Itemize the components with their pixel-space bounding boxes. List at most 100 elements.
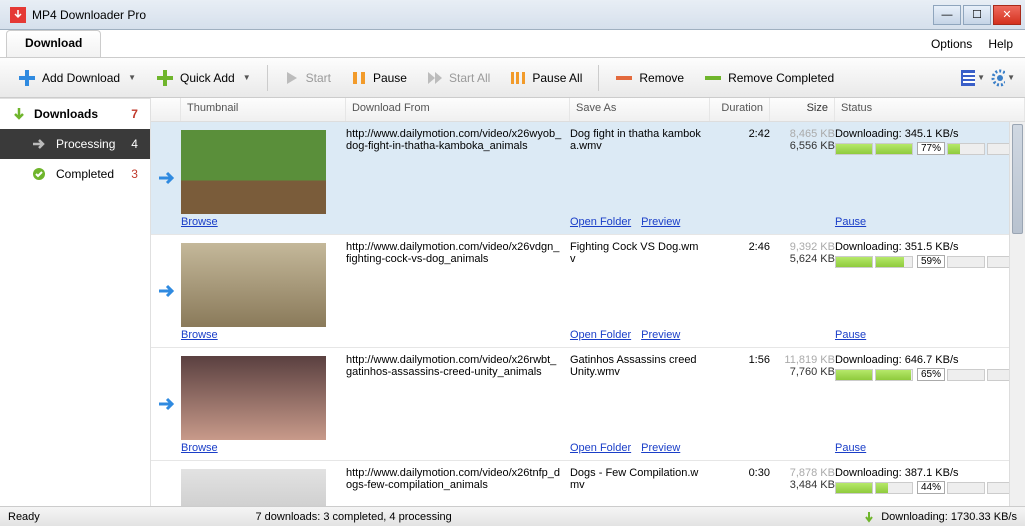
menubar: Download Options Help bbox=[0, 30, 1025, 58]
minimize-button[interactable]: ― bbox=[933, 5, 961, 25]
status-ready: Ready bbox=[8, 511, 40, 523]
col-status[interactable]: Status bbox=[835, 98, 1025, 121]
save-as-name: Dog fight in thatha kamboka.wmv bbox=[570, 128, 702, 152]
sidebar-item-label: Processing bbox=[56, 137, 115, 151]
sidebar-header: Downloads 7 bbox=[0, 99, 150, 129]
chevron-down-icon: ▼ bbox=[243, 73, 251, 82]
save-as-name: Fighting Cock VS Dog.wmv bbox=[570, 241, 702, 265]
col-thumbnail[interactable]: Thumbnail bbox=[181, 98, 346, 121]
download-url: http://www.dailymotion.com/video/x26wyob… bbox=[346, 128, 570, 228]
size-total: 11,819 KB bbox=[770, 354, 835, 366]
pause-button[interactable]: Pause bbox=[343, 66, 415, 90]
start-all-button[interactable]: Start All bbox=[419, 66, 498, 90]
menu-help[interactable]: Help bbox=[988, 37, 1013, 51]
scrollbar-thumb[interactable] bbox=[1012, 124, 1023, 234]
play-all-icon bbox=[427, 70, 443, 86]
add-download-button[interactable]: Add Download ▼ bbox=[10, 65, 144, 91]
maximize-button[interactable]: ☐ bbox=[963, 5, 991, 25]
pause-all-button[interactable]: Pause All bbox=[502, 66, 590, 90]
minus-red-icon bbox=[615, 73, 633, 83]
size-done: 5,624 KB bbox=[770, 253, 835, 265]
tab-download[interactable]: Download bbox=[6, 30, 101, 57]
open-folder-link[interactable]: Open Folder bbox=[570, 329, 631, 341]
download-url: http://www.dailymotion.com/video/x26tnfp… bbox=[346, 467, 570, 506]
thumbnail bbox=[181, 356, 326, 440]
browse-link[interactable]: Browse bbox=[181, 329, 218, 341]
thumbnail bbox=[181, 243, 326, 327]
toolbar: Add Download ▼ Quick Add ▼ Start Pause S… bbox=[0, 58, 1025, 98]
col-duration[interactable]: Duration bbox=[710, 98, 770, 121]
duration-value: 2:42 bbox=[710, 128, 770, 228]
col-from[interactable]: Download From bbox=[346, 98, 570, 121]
size-done: 7,760 KB bbox=[770, 366, 835, 378]
row-pause-link[interactable]: Pause bbox=[835, 329, 866, 341]
sidebar-item-label: Completed bbox=[56, 167, 114, 181]
preview-link[interactable]: Preview bbox=[641, 329, 680, 341]
browse-link[interactable]: Browse bbox=[181, 442, 218, 454]
row-pause-link[interactable]: Pause bbox=[835, 216, 866, 228]
add-download-label: Add Download bbox=[42, 71, 120, 85]
save-as-name: Gatinhos Assassins creed Unity.wmv bbox=[570, 354, 702, 378]
statusbar: Ready 7 downloads: 3 completed, 4 proces… bbox=[0, 506, 1025, 526]
status-speed: Downloading: 1730.33 KB/s bbox=[881, 511, 1017, 523]
sidebar-item-processing[interactable]: Processing 4 bbox=[0, 129, 150, 159]
preview-link[interactable]: Preview bbox=[641, 442, 680, 454]
separator bbox=[598, 65, 599, 91]
view-mode-button[interactable]: ▼ bbox=[961, 66, 985, 90]
pause-all-label: Pause All bbox=[532, 71, 582, 85]
app-icon bbox=[10, 7, 26, 23]
download-row[interactable]: Browse http://www.dailymotion.com/video/… bbox=[151, 122, 1025, 235]
pause-label: Pause bbox=[373, 71, 407, 85]
sidebar: Downloads 7 Processing 4 Completed 3 bbox=[0, 98, 150, 506]
col-size[interactable]: Size bbox=[770, 98, 835, 121]
thumbnail bbox=[181, 130, 326, 214]
download-row[interactable]: Browse http://www.dailymotion.com/video/… bbox=[151, 235, 1025, 348]
download-list: Thumbnail Download From Save As Duration… bbox=[150, 98, 1025, 506]
download-speed: Downloading: 345.1 KB/s bbox=[835, 128, 1025, 140]
download-row[interactable]: Browse http://www.dailymotion.com/video/… bbox=[151, 348, 1025, 461]
duration-value: 0:30 bbox=[710, 467, 770, 506]
open-folder-link[interactable]: Open Folder bbox=[570, 216, 631, 228]
open-folder-link[interactable]: Open Folder bbox=[570, 442, 631, 454]
quick-add-button[interactable]: Quick Add ▼ bbox=[148, 65, 259, 91]
close-button[interactable]: ✕ bbox=[993, 5, 1021, 25]
download-row[interactable]: Browse http://www.dailymotion.com/video/… bbox=[151, 461, 1025, 506]
size-total: 9,392 KB bbox=[770, 241, 835, 253]
downloading-arrow-icon bbox=[157, 282, 175, 300]
remove-completed-button[interactable]: Remove Completed bbox=[696, 67, 842, 89]
window-title: MP4 Downloader Pro bbox=[32, 8, 931, 22]
separator bbox=[267, 65, 268, 91]
scrollbar[interactable] bbox=[1009, 122, 1025, 506]
remove-button[interactable]: Remove bbox=[607, 67, 692, 89]
minus-green-icon bbox=[704, 73, 722, 83]
row-pause-link[interactable]: Pause bbox=[835, 442, 866, 454]
duration-value: 1:56 bbox=[710, 354, 770, 454]
plus-blue-icon bbox=[18, 69, 36, 87]
preview-link[interactable]: Preview bbox=[641, 216, 680, 228]
column-headers: Thumbnail Download From Save As Duration… bbox=[151, 98, 1025, 122]
browse-link[interactable]: Browse bbox=[181, 216, 218, 228]
download-speed: Downloading: 351.5 KB/s bbox=[835, 241, 1025, 253]
downloading-arrow-icon bbox=[157, 169, 175, 187]
size-total: 7,878 KB bbox=[770, 467, 835, 479]
gear-icon bbox=[991, 69, 1005, 87]
progress-bar: 59% bbox=[835, 255, 1025, 268]
chevron-down-icon: ▼ bbox=[128, 73, 136, 82]
check-circle-icon bbox=[32, 167, 46, 181]
quick-add-label: Quick Add bbox=[180, 71, 235, 85]
plus-green-icon bbox=[156, 69, 174, 87]
duration-value: 2:46 bbox=[710, 241, 770, 341]
col-save[interactable]: Save As bbox=[570, 98, 710, 121]
download-arrow-icon bbox=[12, 107, 26, 121]
progress-bar: 44% bbox=[835, 481, 1025, 494]
menu-options[interactable]: Options bbox=[931, 37, 972, 51]
start-button[interactable]: Start bbox=[276, 66, 339, 90]
sidebar-header-count: 7 bbox=[131, 107, 138, 121]
titlebar: MP4 Downloader Pro ― ☐ ✕ bbox=[0, 0, 1025, 30]
settings-button[interactable]: ▼ bbox=[991, 66, 1015, 90]
sidebar-item-completed[interactable]: Completed 3 bbox=[0, 159, 150, 189]
progress-percent: 77% bbox=[917, 142, 945, 155]
arrow-right-icon bbox=[32, 138, 46, 150]
progress-percent: 44% bbox=[917, 481, 945, 494]
pause-icon bbox=[351, 70, 367, 86]
